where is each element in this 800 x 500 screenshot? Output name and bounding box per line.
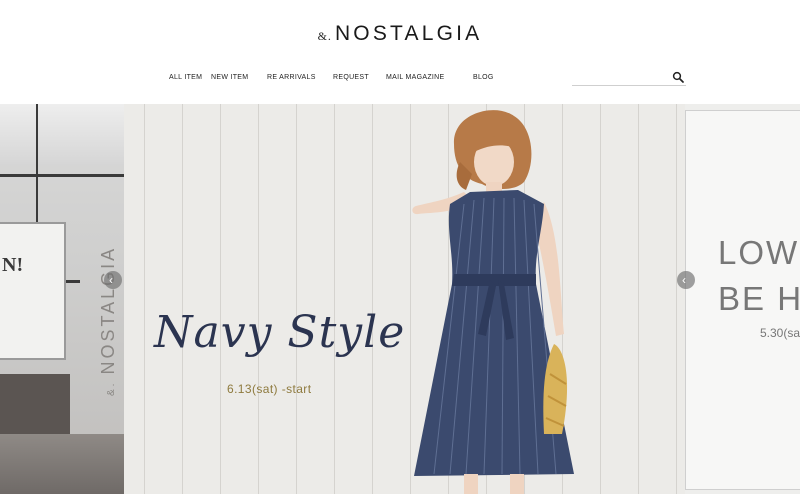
search-icon[interactable] (672, 71, 684, 83)
wood-plank-line (334, 104, 335, 494)
vertical-brand-logo: &. NOSTALGIA (98, 246, 119, 396)
logo-word: NOSTALGIA (334, 22, 483, 45)
wood-plank-line (372, 104, 373, 494)
store-ceiling (0, 104, 124, 164)
search-input[interactable] (572, 70, 670, 84)
site-header: &. NOSTALGIA ALL ITEM NEW ITEM RE ARRIVAL… (0, 0, 800, 104)
wood-plank-line (220, 104, 221, 494)
search-box (572, 70, 686, 86)
wood-plank-line (258, 104, 259, 494)
slide-store-interior[interactable]: N! &. NOSTALGIA (0, 104, 124, 494)
logo-amp: &. (317, 29, 332, 43)
page-bottom-strip (0, 494, 800, 500)
search-underline (572, 85, 686, 86)
store-beam (0, 174, 124, 177)
nav-item-new-item[interactable]: NEW ITEM (211, 74, 248, 81)
wood-plank-line (144, 104, 145, 494)
chevron-left-icon: ‹ (682, 273, 686, 287)
site-logo[interactable]: &. NOSTALGIA (0, 22, 800, 46)
nav-item-re-arrivals[interactable]: RE ARRIVALS (267, 74, 316, 81)
wood-plank-line (296, 104, 297, 494)
carousel-prev-button[interactable]: ‹ (104, 271, 122, 289)
carousel-next-button[interactable]: ‹ (677, 271, 695, 289)
slide-date: 6.13(sat) -start (227, 382, 312, 396)
slide-low-be-happy[interactable]: LOW BE HA 5.30(sa (685, 104, 800, 494)
store-sign-panel (0, 222, 66, 360)
slide-title: Navy Style (154, 307, 406, 358)
nav-item-mail-magazine[interactable]: MAIL MAGAZINE (386, 74, 444, 81)
slide-right-line1: LOW (718, 234, 800, 271)
slide-navy-style[interactable]: Navy Style 6.13(sat) -start (124, 104, 685, 494)
wood-plank-line (182, 104, 183, 494)
nav-item-all-item[interactable]: ALL ITEM (169, 74, 202, 81)
wood-plank-line (676, 104, 677, 494)
store-sign-text: N! (2, 254, 24, 276)
store-pillar (36, 104, 38, 222)
slide-right-line2: BE HA (718, 280, 800, 317)
model-photo (412, 110, 574, 494)
hero-carousel[interactable]: N! &. NOSTALGIA Navy Style 6.13(sat) -sta… (0, 104, 800, 494)
nav-item-request[interactable]: REQUEST (333, 74, 369, 81)
store-floor (0, 434, 124, 494)
store-counter (0, 374, 70, 434)
nav-item-blog[interactable]: BLOG (473, 74, 494, 81)
vertical-brand-word: NOSTALGIA (98, 245, 118, 375)
wood-plank-line (638, 104, 639, 494)
chevron-left-icon: ‹ (109, 273, 113, 287)
slide-right-date: 5.30(sa (760, 326, 800, 340)
vertical-brand-amp: &. (106, 380, 117, 396)
